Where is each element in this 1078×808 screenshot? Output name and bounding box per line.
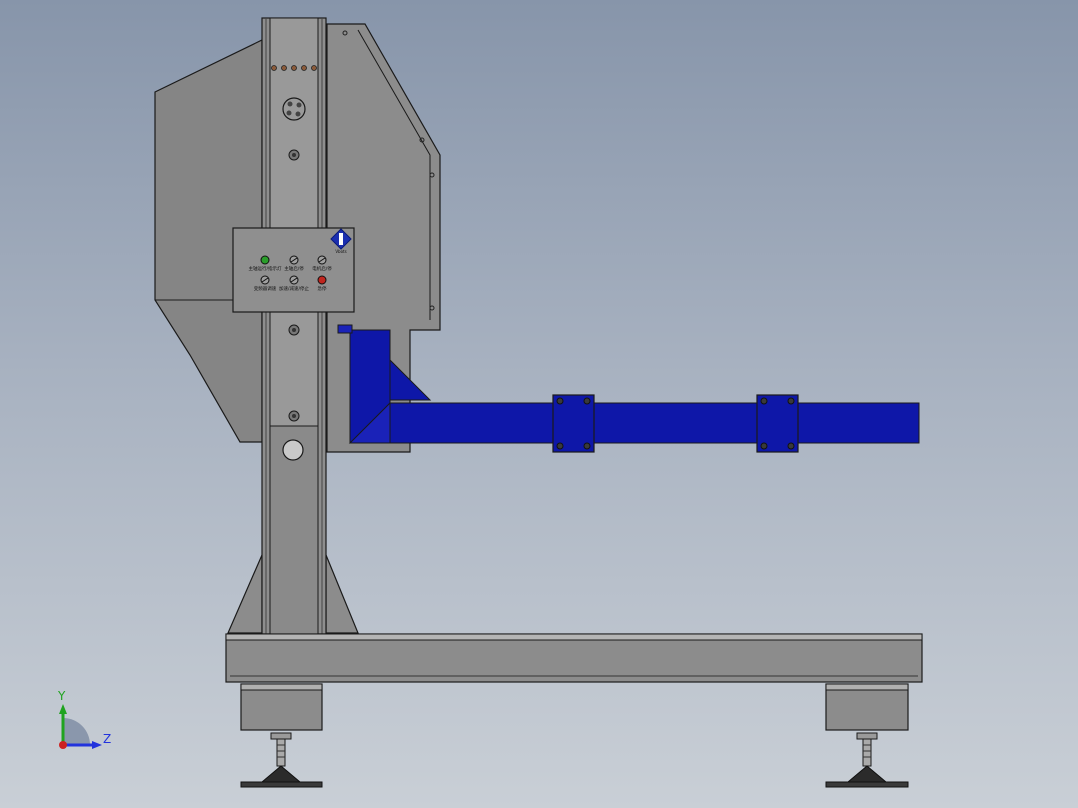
panel-label: 变频器调速 (254, 285, 277, 292)
clamp-block-2 (756, 394, 799, 453)
selector-knob-icon[interactable] (289, 275, 299, 285)
control-panel: Vbots 主轴运行/指示灯 主轴启/停 电机启/停 变频器调速 加速/减速/停… (232, 227, 355, 313)
selector-knob-icon[interactable] (289, 255, 299, 265)
run-indicator-light (260, 255, 270, 265)
left-leveling-foot (240, 732, 323, 788)
selector-knob-icon[interactable] (260, 275, 270, 285)
emergency-stop-button[interactable] (317, 275, 327, 285)
right-foot-block (825, 683, 909, 731)
panel-label: 主轴运行/指示灯 (248, 265, 282, 272)
panel-label: 主轴启/停 (284, 265, 304, 272)
cad-viewport[interactable]: Vbots 主轴运行/指示灯 主轴启/停 电机启/停 变频器调速 加速/减速/停… (0, 0, 1078, 808)
left-support-gusset (227, 554, 263, 634)
base-beam (225, 633, 923, 683)
y-arrowhead (59, 704, 67, 714)
power-socket-icon (282, 97, 306, 121)
z-axis-label: Z (103, 732, 111, 746)
arm-horizontal-beam (389, 402, 920, 444)
cable-port-icon (282, 439, 304, 461)
arm-mount (337, 324, 353, 334)
blue-arm (337, 324, 920, 453)
brand-logo-text: Vbots (335, 249, 346, 254)
panel-label: 电机启/停 (312, 265, 332, 272)
machine-drawing: Vbots 主轴运行/指示灯 主轴启/停 电机启/停 变频器调速 加速/减速/停… (57, 17, 923, 788)
panel-label: 急停 (318, 285, 327, 292)
clamp-block-1 (552, 394, 595, 453)
selector-knob-icon[interactable] (317, 255, 327, 265)
right-leveling-foot (825, 732, 909, 788)
left-foot-block (240, 683, 323, 731)
right-support-gusset (325, 554, 359, 634)
panel-label: 加速/减速/停止 (279, 285, 310, 292)
x-axis-dot (59, 741, 67, 749)
z-arrowhead (92, 741, 102, 749)
coordinate-triad: Y Z (57, 689, 111, 749)
y-axis-label: Y (57, 689, 66, 703)
